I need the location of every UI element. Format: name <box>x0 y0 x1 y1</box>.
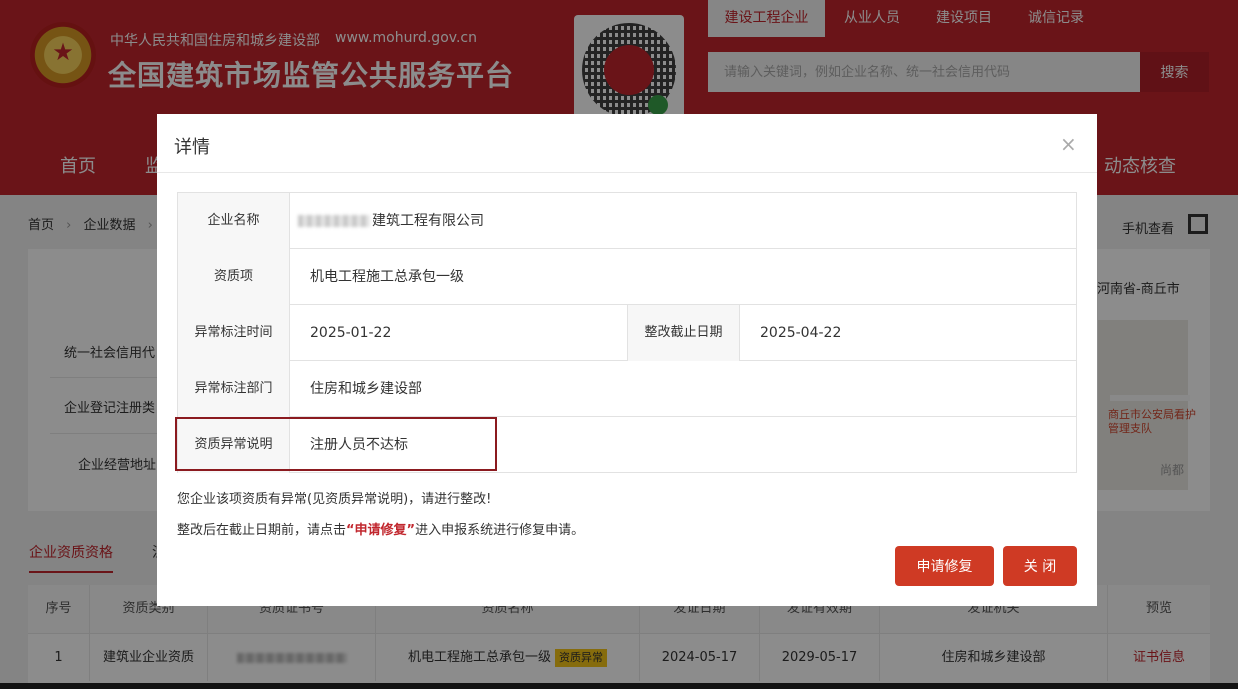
highlight-box <box>175 417 497 471</box>
deadline-label: 整改截止日期 <box>628 305 740 361</box>
company-name-text: 建筑工程有限公司 <box>372 213 484 229</box>
close-button[interactable]: 关 闭 <box>1003 546 1077 586</box>
instruction-suffix: 进入申报系统进行修复申请。 <box>415 523 584 538</box>
instruction-highlight: “申请修复” <box>346 523 415 538</box>
repair-instruction: 整改后在截止日期前，请点击“申请修复”进入申报系统进行修复申请。 <box>177 519 584 538</box>
company-name-label: 企业名称 <box>178 193 290 249</box>
modal-title: 详情 <box>174 133 210 159</box>
detail-row-dept: 异常标注部门 住房和城乡建设部 <box>178 361 1076 417</box>
apply-repair-button[interactable]: 申请修复 <box>895 546 994 586</box>
qualification-label: 资质项 <box>178 249 290 305</box>
dept-label: 异常标注部门 <box>178 361 290 417</box>
dept-value: 住房和城乡建设部 <box>290 361 422 417</box>
close-icon[interactable]: × <box>1060 132 1077 156</box>
deadline-value: 2025-04-22 <box>740 305 841 361</box>
mark-time-label: 异常标注时间 <box>178 305 290 361</box>
detail-row-dates: 异常标注时间 2025-01-22 整改截止日期 2025-04-22 <box>178 305 1076 361</box>
detail-row-qualification: 资质项 机电工程施工总承包一级 <box>178 249 1076 305</box>
mark-time-value: 2025-01-22 <box>290 305 628 361</box>
instruction-prefix: 整改后在截止日期前，请点击 <box>177 523 346 538</box>
qualification-value: 机电工程施工总承包一级 <box>290 249 464 305</box>
rectification-notice: 您企业该项资质有异常(见资质异常说明)，请进行整改! <box>177 488 491 507</box>
detail-modal: 详情 × 企业名称 建筑工程有限公司 资质项 机电工程施工总承包一级 异常标注时… <box>157 114 1097 606</box>
redacted-text <box>298 215 370 227</box>
divider <box>157 172 1097 173</box>
detail-row-company: 企业名称 建筑工程有限公司 <box>178 193 1076 249</box>
company-name-value: 建筑工程有限公司 <box>290 193 484 249</box>
